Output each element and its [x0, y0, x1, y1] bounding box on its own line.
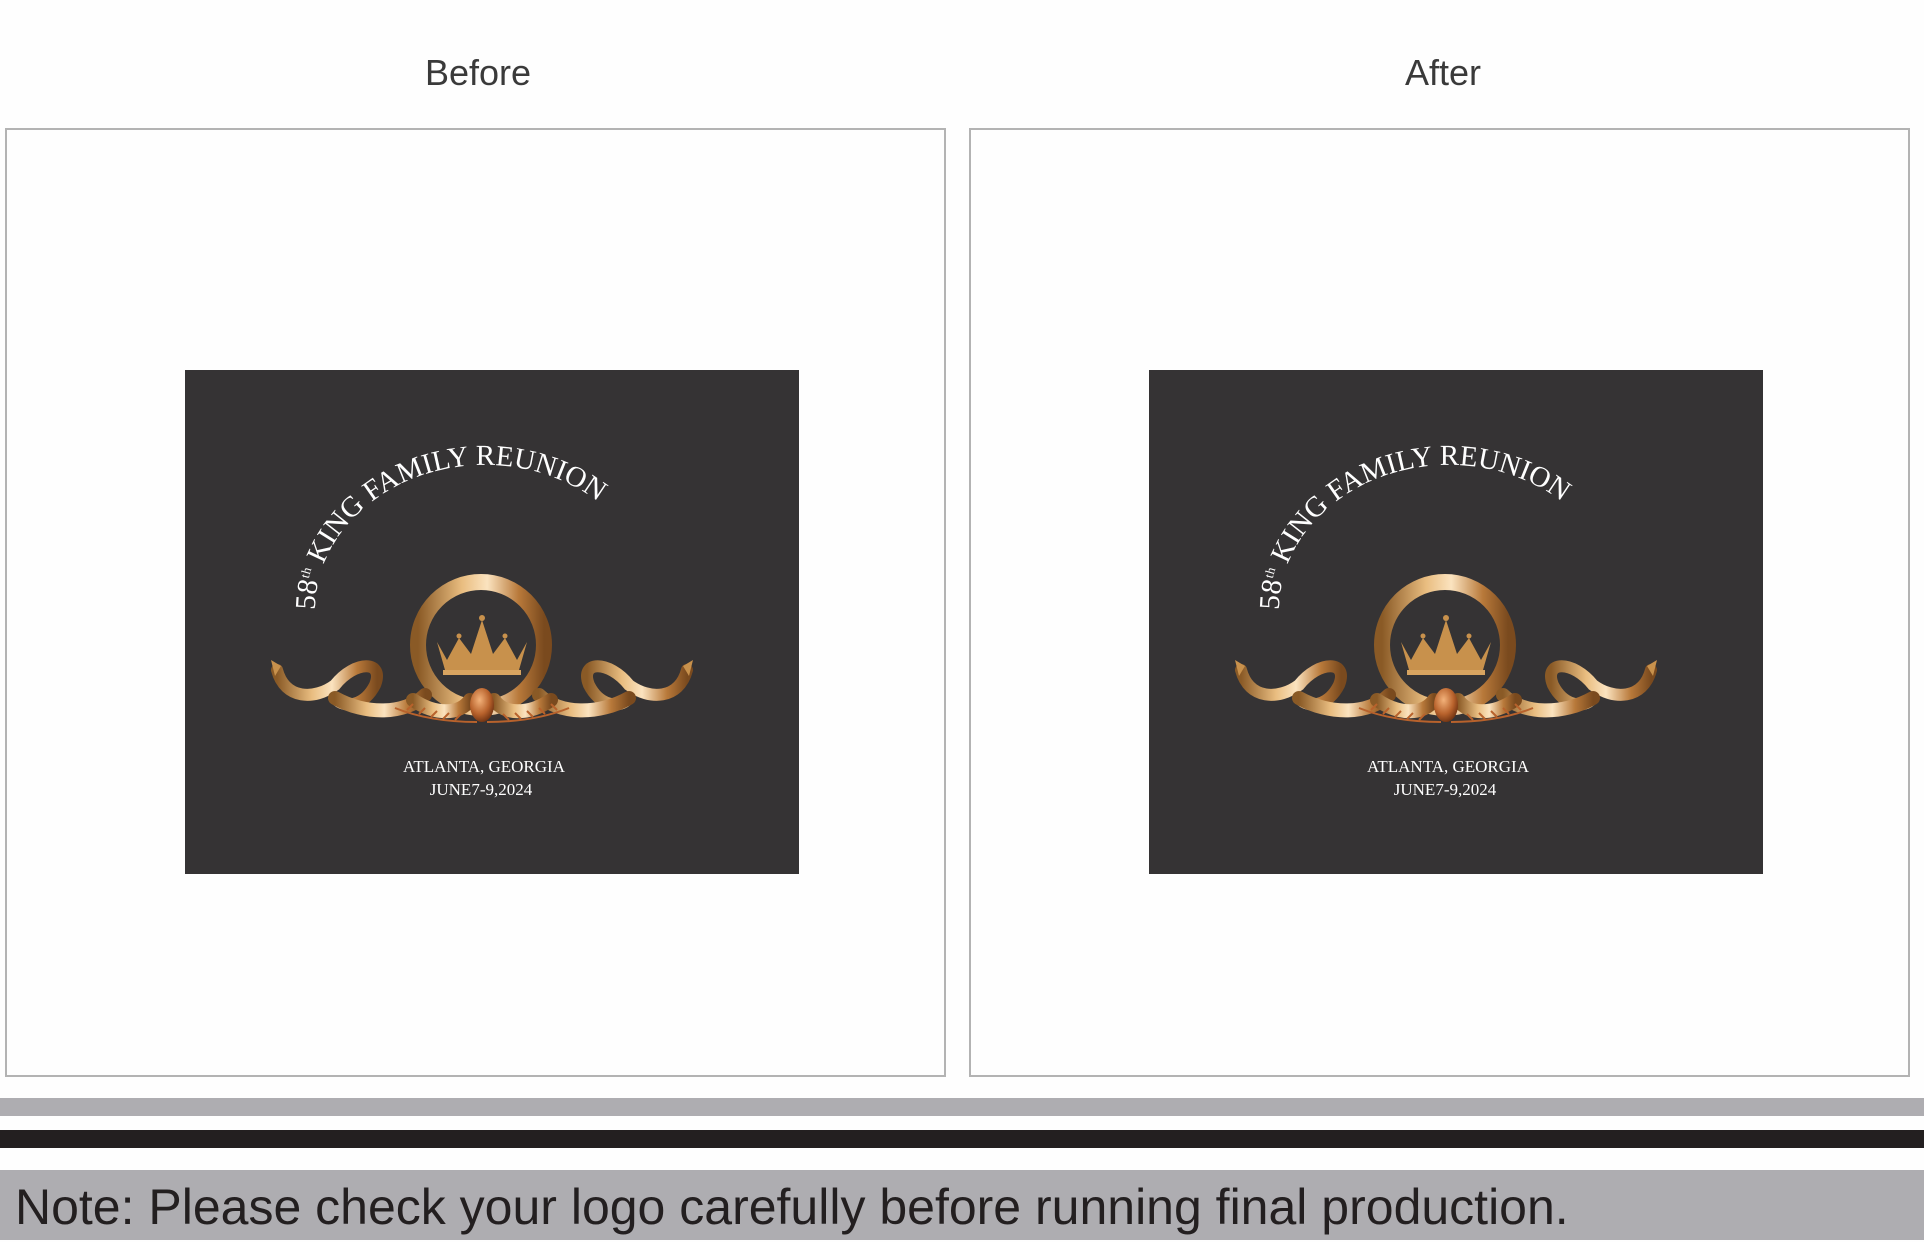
gem-icon [470, 688, 494, 722]
crown-icon [437, 615, 527, 675]
divider-stripe-black [0, 1130, 1924, 1148]
after-panel: 58th KING FAMILY REUNION ATLANTA, GEORGI… [969, 128, 1910, 1077]
logo-date: JUNE7-9,2024 [1394, 780, 1497, 799]
crown-icon [1401, 615, 1491, 675]
note-bar: Note: Please check your logo carefully b… [0, 1170, 1924, 1240]
proof-sheet: Before After 58th KING FAMILY REUNION AT… [0, 0, 1924, 1242]
before-title: Before [424, 52, 532, 93]
production-note: Note: Please check your logo carefully b… [15, 1179, 1569, 1235]
logo-location: ATLANTA, GEORGIA [1367, 757, 1530, 776]
before-panel: 58th KING FAMILY REUNION ATLANTA, GEORGI… [5, 128, 946, 1077]
reunion-logo: 58th KING FAMILY REUNION ATLANTA, GEORGI… [271, 440, 693, 799]
divider-stripe-gray [0, 1098, 1924, 1116]
logo-mockup: 58th KING FAMILY REUNION ATLANTA, GEORGI… [1149, 370, 1763, 874]
gem-icon [1434, 688, 1458, 722]
logo-date: JUNE7-9,2024 [430, 780, 533, 799]
logo-location: ATLANTA, GEORGIA [403, 757, 566, 776]
reunion-logo: 58th KING FAMILY REUNION ATLANTA, GEORGI… [1235, 440, 1657, 799]
logo-mockup: 58th KING FAMILY REUNION ATLANTA, GEORGI… [185, 370, 799, 874]
after-title: After [1404, 52, 1482, 93]
